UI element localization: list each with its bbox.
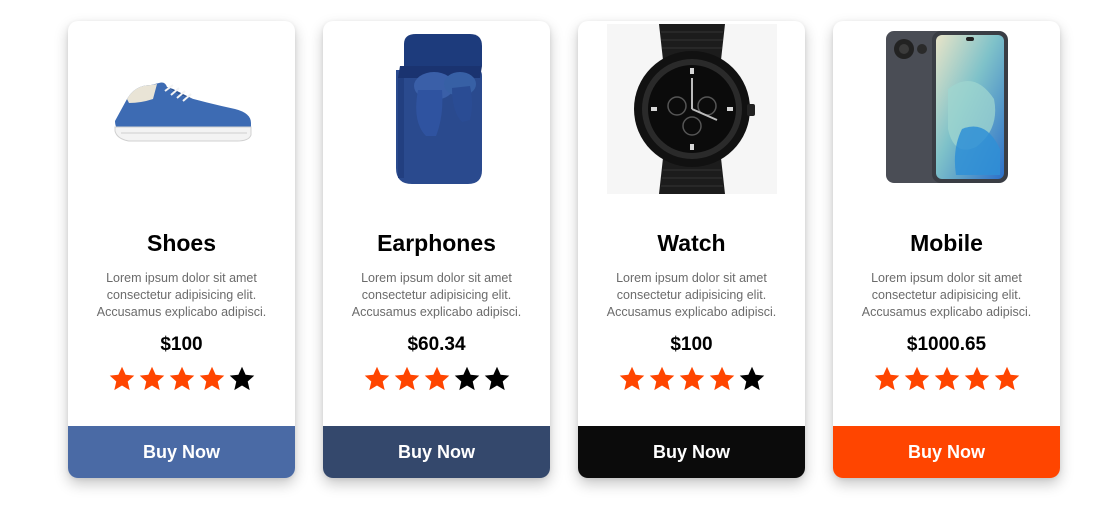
star-icon (619, 366, 644, 391)
buy-now-button[interactable]: Buy Now (68, 426, 295, 478)
star-icon (424, 366, 449, 391)
star-icon (454, 366, 479, 391)
buy-now-button[interactable]: Buy Now (833, 426, 1060, 478)
star-icon (679, 366, 704, 391)
product-image-mobile (833, 21, 1060, 196)
star-icon (964, 366, 989, 391)
earbuds-case-image (395, 34, 482, 184)
product-description: Lorem ipsum dolor sit amet consectetur a… (96, 271, 267, 319)
star-icon (364, 366, 389, 391)
product-card-watch: Watch Lorem ipsum dolor sit amet consect… (578, 21, 805, 478)
star-icon (934, 366, 959, 391)
buy-now-button[interactable]: Buy Now (578, 426, 805, 478)
product-description: Lorem ipsum dolor sit amet consectetur a… (351, 271, 522, 319)
product-title: Earphones (377, 230, 496, 256)
star-icon (709, 366, 734, 391)
product-title: Watch (657, 230, 726, 256)
star-icon (484, 366, 509, 391)
rating-stars (578, 365, 805, 393)
product-card-earphones: Earphones Lorem ipsum dolor sit amet con… (323, 21, 550, 478)
product-grid: Shoes Lorem ipsum dolor sit amet consect… (68, 21, 1060, 478)
star-icon (169, 366, 194, 391)
product-card-shoes: Shoes Lorem ipsum dolor sit amet consect… (68, 21, 295, 478)
product-price: $100 (160, 334, 203, 355)
wristwatch-image (606, 23, 777, 194)
product-image-earphones (323, 21, 550, 196)
product-title: Shoes (146, 230, 217, 256)
product-image-shoes (68, 21, 295, 196)
star-icon (649, 366, 674, 391)
product-description: Lorem ipsum dolor sit amet consectetur a… (606, 271, 777, 319)
star-icon (199, 366, 224, 391)
sneaker-image (114, 82, 251, 141)
product-price: $1000.65 (906, 334, 987, 355)
star-icon (229, 366, 254, 391)
star-icon (139, 366, 164, 391)
product-card-mobile: Mobile Lorem ipsum dolor sit amet consec… (833, 21, 1060, 478)
product-price: $100 (670, 334, 713, 355)
rating-stars (68, 365, 295, 393)
buy-now-button[interactable]: Buy Now (323, 426, 550, 478)
product-description: Lorem ipsum dolor sit amet consectetur a… (861, 271, 1032, 319)
rating-stars (323, 365, 550, 393)
product-image-watch (578, 21, 805, 196)
product-title: Mobile (910, 230, 983, 256)
star-icon (874, 366, 899, 391)
smartphone-image (885, 30, 1008, 183)
star-icon (394, 366, 419, 391)
rating-stars (833, 365, 1060, 393)
star-icon (109, 366, 134, 391)
star-icon (904, 366, 929, 391)
product-price: $60.34 (407, 334, 466, 355)
star-icon (994, 366, 1019, 391)
star-icon (739, 366, 764, 391)
